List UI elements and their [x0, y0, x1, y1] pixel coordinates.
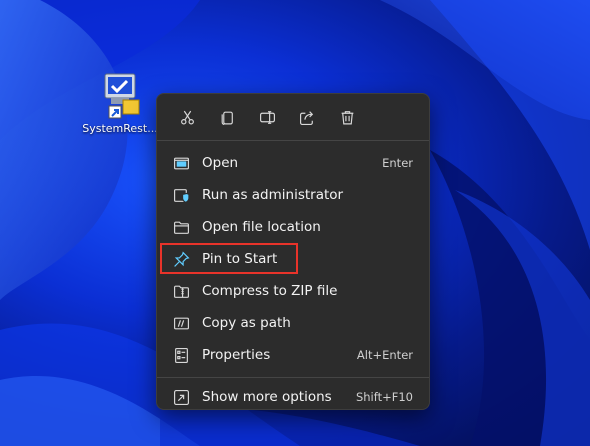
menu-item-copy-as-path[interactable]: Copy as path: [157, 307, 429, 339]
cut-button[interactable]: [167, 100, 207, 134]
share-button[interactable]: [287, 100, 327, 134]
folder-icon: [173, 219, 190, 236]
zip-icon: [173, 283, 190, 300]
copy-path-icon: [173, 315, 190, 332]
menu-item-open[interactable]: Open Enter: [157, 147, 429, 179]
menu-item-properties[interactable]: Properties Alt+Enter: [157, 339, 429, 371]
context-menu-toolbar: [157, 94, 429, 140]
copy-button[interactable]: [207, 100, 247, 134]
menu-item-label: Copy as path: [202, 315, 291, 331]
menu-item-label: Run as administrator: [202, 187, 344, 203]
system-restore-shortcut-icon: [97, 70, 143, 120]
pin-icon: [173, 250, 190, 268]
menu-item-compress-zip[interactable]: Compress to ZIP file: [157, 275, 429, 307]
more-options-divider: [157, 377, 429, 378]
menu-item-shortcut: Enter: [382, 156, 413, 170]
context-menu: Open Enter Run as administrator Open fil…: [156, 93, 430, 410]
menu-item-label: Pin to Start: [202, 251, 278, 267]
more-options-icon: [173, 389, 190, 406]
desktop-icon-label: SystemRest...: [82, 122, 158, 135]
menu-item-run-as-admin[interactable]: Run as administrator: [157, 179, 429, 211]
rename-button[interactable]: [247, 100, 287, 134]
open-icon: [173, 155, 190, 172]
share-icon: [299, 110, 313, 125]
menu-item-pin-to-start[interactable]: Pin to Start: [157, 243, 429, 275]
properties-icon: [173, 347, 190, 364]
menu-item-shortcut: Shift+F10: [355, 390, 413, 404]
desktop-shortcut[interactable]: SystemRest...: [80, 70, 160, 135]
delete-button[interactable]: [327, 100, 367, 134]
menu-item-shortcut: Alt+Enter: [356, 348, 413, 362]
cut-icon: [180, 110, 194, 124]
rename-icon: [259, 110, 275, 124]
menu-item-open-file-location[interactable]: Open file location: [157, 211, 429, 243]
copy-icon: [221, 111, 233, 125]
menu-item-label: Open: [202, 155, 239, 171]
menu-item-label: Properties: [202, 347, 271, 363]
menu-item-label: Compress to ZIP file: [202, 283, 338, 299]
menu-item-show-more-options[interactable]: Show more options Shift+F10: [157, 381, 429, 413]
delete-icon: [341, 110, 353, 124]
run-as-admin-icon: [173, 187, 190, 204]
menu-item-label: Open file location: [202, 219, 321, 235]
menu-item-label: Show more options: [202, 389, 332, 405]
menu-items: Open Enter Run as administrator Open fil…: [157, 141, 429, 371]
